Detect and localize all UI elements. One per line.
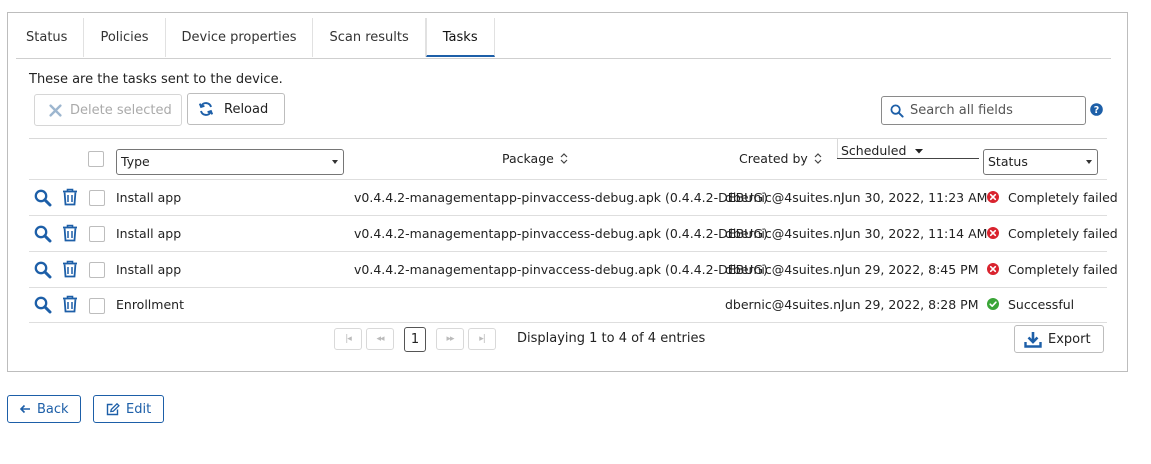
column-header-scheduled[interactable]: Scheduled bbox=[841, 143, 924, 158]
error-icon bbox=[987, 191, 999, 203]
error-icon bbox=[987, 263, 999, 275]
grid-top-border bbox=[29, 138, 1107, 139]
first-page-button[interactable]: |◂ bbox=[334, 328, 362, 350]
row-checkbox[interactable] bbox=[89, 190, 105, 206]
task-status: Completely failed bbox=[1008, 190, 1118, 205]
select-all-checkbox[interactable] bbox=[88, 151, 104, 167]
task-created-by: dbernic@4suites.nl bbox=[725, 262, 845, 277]
tab-device-properties[interactable]: Device properties bbox=[166, 18, 314, 57]
refresh-icon bbox=[198, 102, 214, 116]
task-created-by: dbernic@4suites.nl bbox=[725, 226, 845, 241]
sort-desc-icon bbox=[915, 148, 924, 153]
chevron-down-icon bbox=[332, 160, 338, 164]
delete-selected-button[interactable]: Delete selected bbox=[34, 94, 182, 126]
row-divider bbox=[29, 215, 1107, 216]
task-package: v0.4.4.2-managementapp-pinvaccess-debug.… bbox=[354, 262, 768, 277]
tab-policies[interactable]: Policies bbox=[84, 18, 166, 57]
tab-bar: Status Policies Device properties Scan r… bbox=[16, 18, 1111, 59]
export-label: Export bbox=[1048, 331, 1091, 347]
reload-label: Reload bbox=[224, 101, 269, 117]
column-header-created-by[interactable]: Created by bbox=[739, 151, 822, 166]
task-package: v0.4.4.2-managementapp-pinvaccess-debug.… bbox=[354, 190, 768, 205]
last-page-button[interactable]: ▸| bbox=[468, 328, 496, 350]
error-icon bbox=[987, 227, 999, 239]
view-details-icon[interactable] bbox=[34, 261, 52, 279]
status-filter-label: Status bbox=[988, 154, 1028, 169]
prev-page-button[interactable]: ◂◂ bbox=[366, 328, 394, 350]
row-divider bbox=[29, 251, 1107, 252]
trash-icon[interactable] bbox=[62, 224, 78, 242]
task-created-by: dbernic@4suites.nl bbox=[725, 297, 845, 312]
task-type: Install app bbox=[116, 226, 182, 241]
success-icon bbox=[987, 298, 999, 310]
created-by-header-label: Created by bbox=[739, 151, 808, 166]
row-checkbox[interactable] bbox=[89, 298, 105, 314]
package-header-label: Package bbox=[502, 151, 554, 166]
task-created-by: dbernic@4suites.nl bbox=[725, 190, 845, 205]
row-divider bbox=[29, 322, 1107, 323]
pagination-info: Displaying 1 to 4 of 4 entries bbox=[517, 331, 706, 346]
task-status: Completely failed bbox=[1008, 262, 1118, 277]
edit-button[interactable]: Edit bbox=[93, 395, 164, 423]
tab-scan-results[interactable]: Scan results bbox=[313, 18, 426, 57]
sort-icon bbox=[814, 153, 822, 164]
type-filter-label: Type bbox=[121, 154, 150, 169]
task-package: v0.4.4.2-managementapp-pinvaccess-debug.… bbox=[354, 226, 768, 241]
trash-icon[interactable] bbox=[62, 295, 78, 313]
edit-icon bbox=[106, 402, 120, 415]
scheduled-sort-indicator bbox=[837, 158, 979, 159]
search-icon bbox=[890, 104, 904, 118]
task-type: Install app bbox=[116, 262, 182, 277]
task-scheduled: Jun 29, 2022, 8:45 PM bbox=[841, 262, 979, 277]
task-status: Completely failed bbox=[1008, 226, 1118, 241]
row-checkbox[interactable] bbox=[89, 226, 105, 242]
task-scheduled: Jun 30, 2022, 11:14 AM bbox=[841, 226, 988, 241]
column-header-package[interactable]: Package bbox=[502, 151, 568, 166]
task-scheduled: Jun 29, 2022, 8:28 PM bbox=[841, 297, 979, 312]
download-icon bbox=[1024, 331, 1042, 348]
row-checkbox[interactable] bbox=[89, 262, 105, 278]
delete-selected-label: Delete selected bbox=[70, 102, 172, 118]
view-details-icon[interactable] bbox=[34, 296, 52, 314]
view-details-icon[interactable] bbox=[34, 189, 52, 207]
arrow-left-icon bbox=[19, 404, 30, 414]
close-icon bbox=[49, 103, 62, 117]
intro-text: These are the tasks sent to the device. bbox=[29, 72, 283, 87]
chevron-down-icon bbox=[1086, 160, 1092, 164]
row-divider bbox=[29, 287, 1107, 288]
export-button[interactable]: Export bbox=[1014, 325, 1104, 353]
task-scheduled: Jun 30, 2022, 11:23 AM bbox=[841, 190, 988, 205]
tab-status[interactable]: Status bbox=[16, 18, 85, 57]
help-icon[interactable]: ? bbox=[1090, 103, 1103, 116]
svg-text:?: ? bbox=[1094, 105, 1100, 116]
sort-icon bbox=[560, 153, 568, 164]
task-status: Successful bbox=[1008, 297, 1075, 312]
type-filter-select[interactable]: Type bbox=[116, 149, 344, 175]
current-page-input[interactable]: 1 bbox=[404, 327, 426, 352]
scheduled-column-divider bbox=[837, 138, 838, 159]
back-label: Back bbox=[37, 401, 69, 417]
search-box bbox=[881, 96, 1086, 125]
trash-icon[interactable] bbox=[62, 260, 78, 278]
status-filter-select[interactable]: Status bbox=[983, 149, 1098, 175]
row-divider bbox=[29, 179, 1107, 180]
view-details-icon[interactable] bbox=[34, 225, 52, 243]
next-page-button[interactable]: ▸▸ bbox=[436, 328, 464, 350]
trash-icon[interactable] bbox=[62, 188, 78, 206]
back-button[interactable]: Back bbox=[7, 395, 81, 423]
device-panel: Status Policies Device properties Scan r… bbox=[7, 12, 1128, 372]
task-type: Install app bbox=[116, 190, 182, 205]
edit-label: Edit bbox=[126, 401, 152, 417]
reload-button[interactable]: Reload bbox=[187, 93, 285, 125]
scheduled-header-label: Scheduled bbox=[841, 143, 907, 158]
task-type: Enrollment bbox=[116, 297, 184, 312]
tab-tasks[interactable]: Tasks bbox=[425, 18, 495, 57]
search-input[interactable] bbox=[910, 103, 1080, 118]
